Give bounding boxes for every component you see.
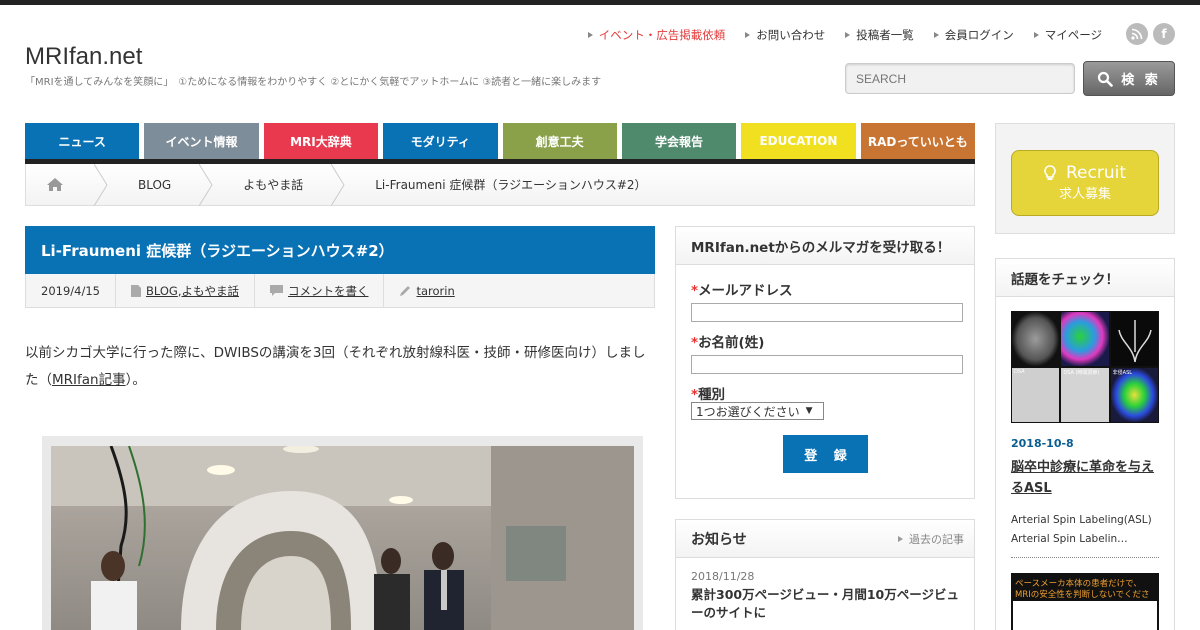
category-education[interactable]: EDUCATION <box>741 123 856 159</box>
write-comment-link[interactable]: コメントを書く <box>288 283 369 299</box>
trending-title[interactable]: 脳卒中診療に革命を与えるASL <box>1011 457 1161 499</box>
trending-widget: 話題をチェック！ DSA DSA (時間調節) 非侵ASL 2018-10-8 … <box>995 258 1175 630</box>
triangle-icon <box>1033 32 1039 38</box>
type-select[interactable]: 1つお選びください ▼ <box>691 402 824 420</box>
pacemaker-banner[interactable]: ペースメーカ本体の患者だけで、MRIの安全性を判断しないでください <box>1011 573 1159 630</box>
category-mri-dictionary[interactable]: MRI大辞典 <box>263 123 379 159</box>
breadcrumb-separator <box>199 163 213 206</box>
past-articles-link[interactable]: 過去の記事 <box>898 531 964 547</box>
breadcrumb-blog[interactable]: BLOG <box>108 164 199 206</box>
email-field[interactable] <box>691 303 963 322</box>
post-category-blog[interactable]: BLOG <box>146 284 178 298</box>
top-bar <box>0 0 1200 5</box>
post-date: 2019/4/15 <box>26 273 116 308</box>
lightbulb-icon <box>1044 165 1056 180</box>
breadcrumb: BLOG よもやま話 Li-Fraumeni 症候群（ラジエーションハウス#2） <box>25 163 975 206</box>
search-input[interactable] <box>845 63 1075 94</box>
topnav-item-login[interactable]: 会員ログイン <box>933 27 1014 43</box>
register-button[interactable]: 登 録 <box>783 435 868 473</box>
site-title[interactable]: MRIfan.net <box>25 43 142 71</box>
mrifan-article-link[interactable]: MRIfan記事 <box>52 372 126 388</box>
category-news[interactable]: ニュース <box>25 123 140 159</box>
home-icon <box>47 178 63 191</box>
category-modality[interactable]: モダリティ <box>383 123 498 159</box>
recruit-button[interactable]: Recruit 求人募集 <box>1011 150 1159 216</box>
triangle-icon <box>933 32 939 38</box>
triangle-icon <box>898 535 903 542</box>
breadcrumb-separator <box>94 163 108 206</box>
dropdown-arrow-icon: ▼ <box>805 406 813 416</box>
email-label: *メールアドレス <box>691 283 793 299</box>
category-nav: ニュース イベント情報 MRI大辞典 モダリティ 創意工夫 学会報告 EDUCA… <box>25 123 975 159</box>
topnav-item-mypage[interactable]: マイページ <box>1033 27 1102 43</box>
trending-description: Arterial Spin Labeling(ASL) Arterial Spi… <box>1011 514 1152 545</box>
post-body: 以前シカゴ大学に行った際に、DWIBSの講演を3回（それぞれ放射線科医・技師・研… <box>25 345 646 388</box>
type-label: *種別 <box>691 387 726 403</box>
recruit-widget: Recruit 求人募集 <box>995 123 1175 234</box>
category-ingenuity[interactable]: 創意工夫 <box>502 123 617 159</box>
top-nav: イベント・広告掲載依頼 お問い合わせ 投稿者一覧 会員ログイン マイページ <box>568 27 1102 43</box>
name-label: *お名前(姓) <box>691 335 765 351</box>
newsletter-widget: MRIfan.netからのメルマガを受け取る！ *メールアドレス *お名前(姓)… <box>675 226 975 499</box>
topnav-item-event-ad[interactable]: イベント・広告掲載依頼 <box>587 27 725 43</box>
pencil-icon <box>400 285 411 296</box>
site-description: 「MRIを通してみんなを笑顔に」 ①ためになる情報をわかりやすく ②とにかく気軽… <box>25 77 602 88</box>
announcements-widget: お知らせ 過去の記事 2018/11/28 累計300万ページビュー・月間10万… <box>675 519 975 630</box>
post-author: tarorin <box>384 274 469 308</box>
trending-divider <box>1011 557 1159 558</box>
post-categories: BLOG, よもやま話 <box>116 273 255 308</box>
banner-table <box>1013 601 1157 630</box>
post-photo <box>42 436 643 630</box>
triangle-icon <box>745 32 751 38</box>
rss-icon[interactable] <box>1126 23 1148 45</box>
announcement-date: 2018/11/28 <box>691 570 755 583</box>
triangle-icon <box>845 32 851 38</box>
search-button[interactable]: 検 索 <box>1083 61 1175 96</box>
newsletter-header: MRIfan.netからのメルマガを受け取る！ <box>676 227 974 265</box>
breadcrumb-separator <box>331 163 345 206</box>
breadcrumb-yomoyama[interactable]: よもやま話 <box>213 164 331 206</box>
triangle-icon <box>587 32 593 38</box>
document-icon <box>130 284 141 297</box>
announcements-header: お知らせ 過去の記事 <box>676 520 974 558</box>
name-field[interactable] <box>691 355 963 374</box>
post-comment: コメントを書く <box>255 273 385 308</box>
author-link[interactable]: tarorin <box>416 284 454 298</box>
trending-header: 話題をチェック！ <box>996 259 1174 297</box>
category-events[interactable]: イベント情報 <box>144 123 259 159</box>
category-rad[interactable]: RADっていいとも <box>860 123 975 159</box>
social-links: f <box>1126 23 1175 45</box>
comment-icon <box>269 285 283 296</box>
topnav-item-contact[interactable]: お問い合わせ <box>745 27 825 43</box>
category-conference[interactable]: 学会報告 <box>621 123 737 159</box>
search-icon <box>1098 71 1114 87</box>
mri-room-photo <box>51 446 634 630</box>
topnav-item-authors[interactable]: 投稿者一覧 <box>845 27 914 43</box>
breadcrumb-home[interactable] <box>26 164 94 206</box>
post-category-yomoyama[interactable]: よもやま話 <box>181 283 239 299</box>
announcement-title[interactable]: 累計300万ページビュー・月間10万ページビューのサイトに <box>691 586 963 622</box>
breadcrumb-current: Li-Fraumeni 症候群（ラジエーションハウス#2） <box>375 178 647 192</box>
post-title: Li-Fraumeni 症候群（ラジエーションハウス#2） <box>25 226 655 274</box>
post-meta: 2019/4/15 BLOG, よもやま話 コメントを書く tarorin <box>25 273 655 308</box>
photo-illustration <box>51 446 634 630</box>
trending-thumbnail[interactable]: DSA DSA (時間調節) 非侵ASL <box>1011 311 1159 423</box>
facebook-icon[interactable]: f <box>1153 23 1175 45</box>
trending-date: 2018-10-8 <box>1011 437 1074 450</box>
